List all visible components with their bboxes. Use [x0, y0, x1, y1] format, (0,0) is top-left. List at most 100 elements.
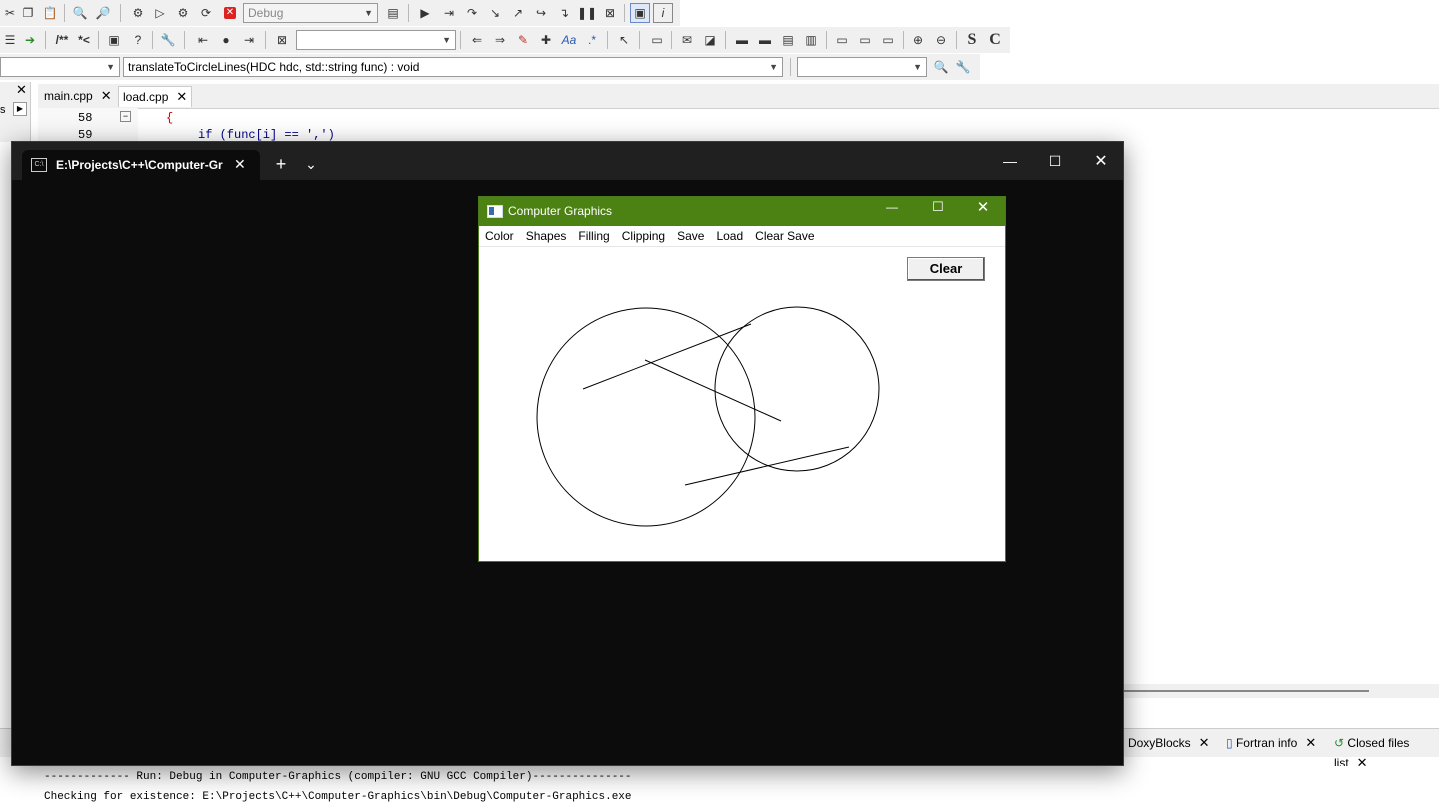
terminal-tab[interactable]: C:\ E:\Projects\C++\Computer-Gr ✕	[22, 150, 260, 180]
close-icon[interactable]: ✕	[234, 156, 246, 173]
menu-clipping[interactable]: Clipping	[616, 226, 671, 246]
close-icon[interactable]: ✕	[176, 89, 187, 104]
fold-collapse-icon[interactable]: −	[120, 111, 131, 122]
step-into-icon[interactable]: ↘	[485, 3, 505, 23]
panel-close-icon[interactable]: ✕	[16, 82, 27, 98]
app-minimize-button[interactable]: —	[869, 192, 915, 221]
zoom-out-icon[interactable]: ⊖	[931, 30, 951, 50]
tab-doxyblocks[interactable]: ▮ DoxyBlocks✕	[1118, 733, 1210, 753]
shape-c-icon[interactable]: ▭	[878, 30, 898, 50]
c-button[interactable]: C	[985, 30, 1005, 50]
tab-closed-files-list[interactable]: ↺ Closed files list ✕	[1334, 733, 1439, 770]
chevron-down-icon: ▼	[442, 35, 451, 45]
terminal-titlebar: C:\ E:\Projects\C++\Computer-Gr ✕ + ⌄ — …	[12, 142, 1123, 180]
next-line-icon[interactable]: ↷	[462, 3, 482, 23]
build-and-run-icon[interactable]: ⚙	[173, 3, 193, 23]
rectangle-icon[interactable]: ▭	[647, 30, 667, 50]
search-combo[interactable]: ▼	[296, 30, 456, 50]
zoom-in-icon[interactable]: ⊕	[908, 30, 928, 50]
tab-load-cpp[interactable]: load.cpp ✕	[118, 86, 193, 107]
select-pointer-icon[interactable]: ↖	[614, 30, 634, 50]
panel-scroll-right-icon[interactable]: ▶	[13, 102, 27, 116]
close-icon[interactable]: ✕	[101, 88, 112, 103]
debug-windows-icon[interactable]: ▣	[630, 3, 650, 23]
minimize-button[interactable]: —	[987, 142, 1033, 180]
build-target-select[interactable]: Debug ▼	[243, 3, 378, 23]
triangle-box-icon[interactable]: ◪	[700, 30, 720, 50]
highlight-icon[interactable]: ✎	[513, 30, 533, 50]
shape-a-icon[interactable]: ▭	[832, 30, 852, 50]
paste-icon[interactable]: 📋	[40, 3, 60, 23]
build-gear-icon[interactable]: ⚙	[128, 3, 148, 23]
arrow-left-icon[interactable]: ⇐	[467, 30, 487, 50]
selected-text-icon[interactable]: ✚	[536, 30, 556, 50]
tab-fortran-info[interactable]: ▯ Fortran info ✕	[1226, 733, 1316, 753]
tab-main-cpp[interactable]: main.cpp ✕	[40, 86, 116, 106]
step-into-instruction-icon[interactable]: ↴	[554, 3, 574, 23]
app-window-icon	[487, 205, 503, 218]
maximize-button[interactable]: ☐	[1032, 142, 1078, 180]
shape-b-icon[interactable]: ▭	[855, 30, 875, 50]
comment-block-button[interactable]: /**	[50, 30, 74, 50]
match-case-icon[interactable]: Aa	[559, 30, 579, 50]
terminal-tab-title: E:\Projects\C++\Computer-Gr	[56, 158, 223, 172]
bookmark-icon[interactable]: ●	[216, 30, 236, 50]
debug-continue-icon[interactable]: ▶	[415, 3, 435, 23]
run-to-cursor-icon[interactable]: ⇥	[439, 3, 459, 23]
app-close-button[interactable]: ✕	[960, 192, 1006, 221]
clear-search-icon[interactable]: ⊠	[272, 30, 292, 50]
editor-hscroll[interactable]	[1124, 684, 1439, 698]
app-maximize-button[interactable]: ☐	[915, 192, 961, 221]
panel-tab-label[interactable]: s	[0, 104, 6, 116]
menu-clear-save[interactable]: Clear Save	[749, 226, 820, 246]
abort-icon[interactable]: ✕	[220, 3, 240, 23]
scroll-thumb[interactable]	[1124, 690, 1369, 692]
settings-wrench-icon[interactable]: 🔧	[953, 57, 973, 77]
search-db-icon[interactable]: 🔍	[931, 57, 951, 77]
menu-load[interactable]: Load	[710, 226, 749, 246]
jump-back-icon[interactable]: ⇤	[193, 30, 213, 50]
regex-icon[interactable]: .*	[582, 30, 602, 50]
close-button[interactable]: ✕	[1078, 142, 1124, 180]
menu-save[interactable]: Save	[671, 226, 710, 246]
s-button[interactable]: S	[962, 30, 982, 50]
wrench-icon[interactable]: 🔧	[158, 30, 178, 50]
tab-dropdown-button[interactable]: ⌄	[288, 145, 334, 183]
stop-debugger-icon[interactable]: ⊠	[600, 3, 620, 23]
comment-line-button[interactable]: *<	[74, 30, 94, 50]
thread-combo[interactable]: ▼	[797, 57, 927, 77]
layout-d-icon[interactable]: ▥	[801, 30, 821, 50]
rebuild-icon[interactable]: ⟳	[196, 3, 216, 23]
stack-icon[interactable]: ☰	[0, 30, 20, 50]
envelope-icon[interactable]: ✉	[677, 30, 697, 50]
replace-icon[interactable]: 🔎	[93, 3, 113, 23]
cut-icon[interactable]: ✂	[0, 3, 20, 23]
next-instruction-icon[interactable]: ↪	[531, 3, 551, 23]
close-icon[interactable]: ✕	[1199, 735, 1210, 750]
green-arrow-icon[interactable]: ➔	[20, 30, 40, 50]
layout-a-icon[interactable]: ▬	[732, 30, 752, 50]
drawing-canvas[interactable]	[479, 247, 1005, 561]
menu-shapes[interactable]: Shapes	[520, 226, 573, 246]
help-icon[interactable]: ?	[128, 30, 148, 50]
show-select-target-icon[interactable]: ▤	[383, 3, 403, 23]
layout-c-icon[interactable]: ▤	[778, 30, 798, 50]
ide-toolbar-row2: ☰ ➔ /** *< ▣ ? 🔧 ⇤ ● ⇥ ⊠ ▼ ⇐ ⇒ ✎ ✚ Aa .*…	[0, 27, 1010, 53]
run-icon[interactable]: ▷	[150, 3, 170, 23]
layout-b-icon[interactable]: ▬	[755, 30, 775, 50]
close-icon[interactable]: ✕	[1305, 735, 1316, 750]
copy-icon[interactable]: ❐	[18, 3, 38, 23]
separator	[45, 31, 46, 49]
info-icon[interactable]: i	[653, 3, 673, 23]
step-out-icon[interactable]: ↗	[508, 3, 528, 23]
find-icon[interactable]: 🔍	[70, 3, 90, 23]
jump-forward-icon[interactable]: ⇥	[239, 30, 259, 50]
symbol-combo[interactable]: translateToCircleLines(HDC hdc, std::str…	[123, 57, 783, 77]
fortran-icon: ▯	[1226, 736, 1233, 750]
doxy-run-icon[interactable]: ▣	[104, 30, 124, 50]
arrow-right-icon[interactable]: ⇒	[490, 30, 510, 50]
pause-icon[interactable]: ❚❚	[577, 3, 597, 23]
menu-filling[interactable]: Filling	[572, 226, 615, 246]
menu-color[interactable]: Color	[479, 226, 520, 246]
scope-combo[interactable]: ▼	[0, 57, 120, 77]
